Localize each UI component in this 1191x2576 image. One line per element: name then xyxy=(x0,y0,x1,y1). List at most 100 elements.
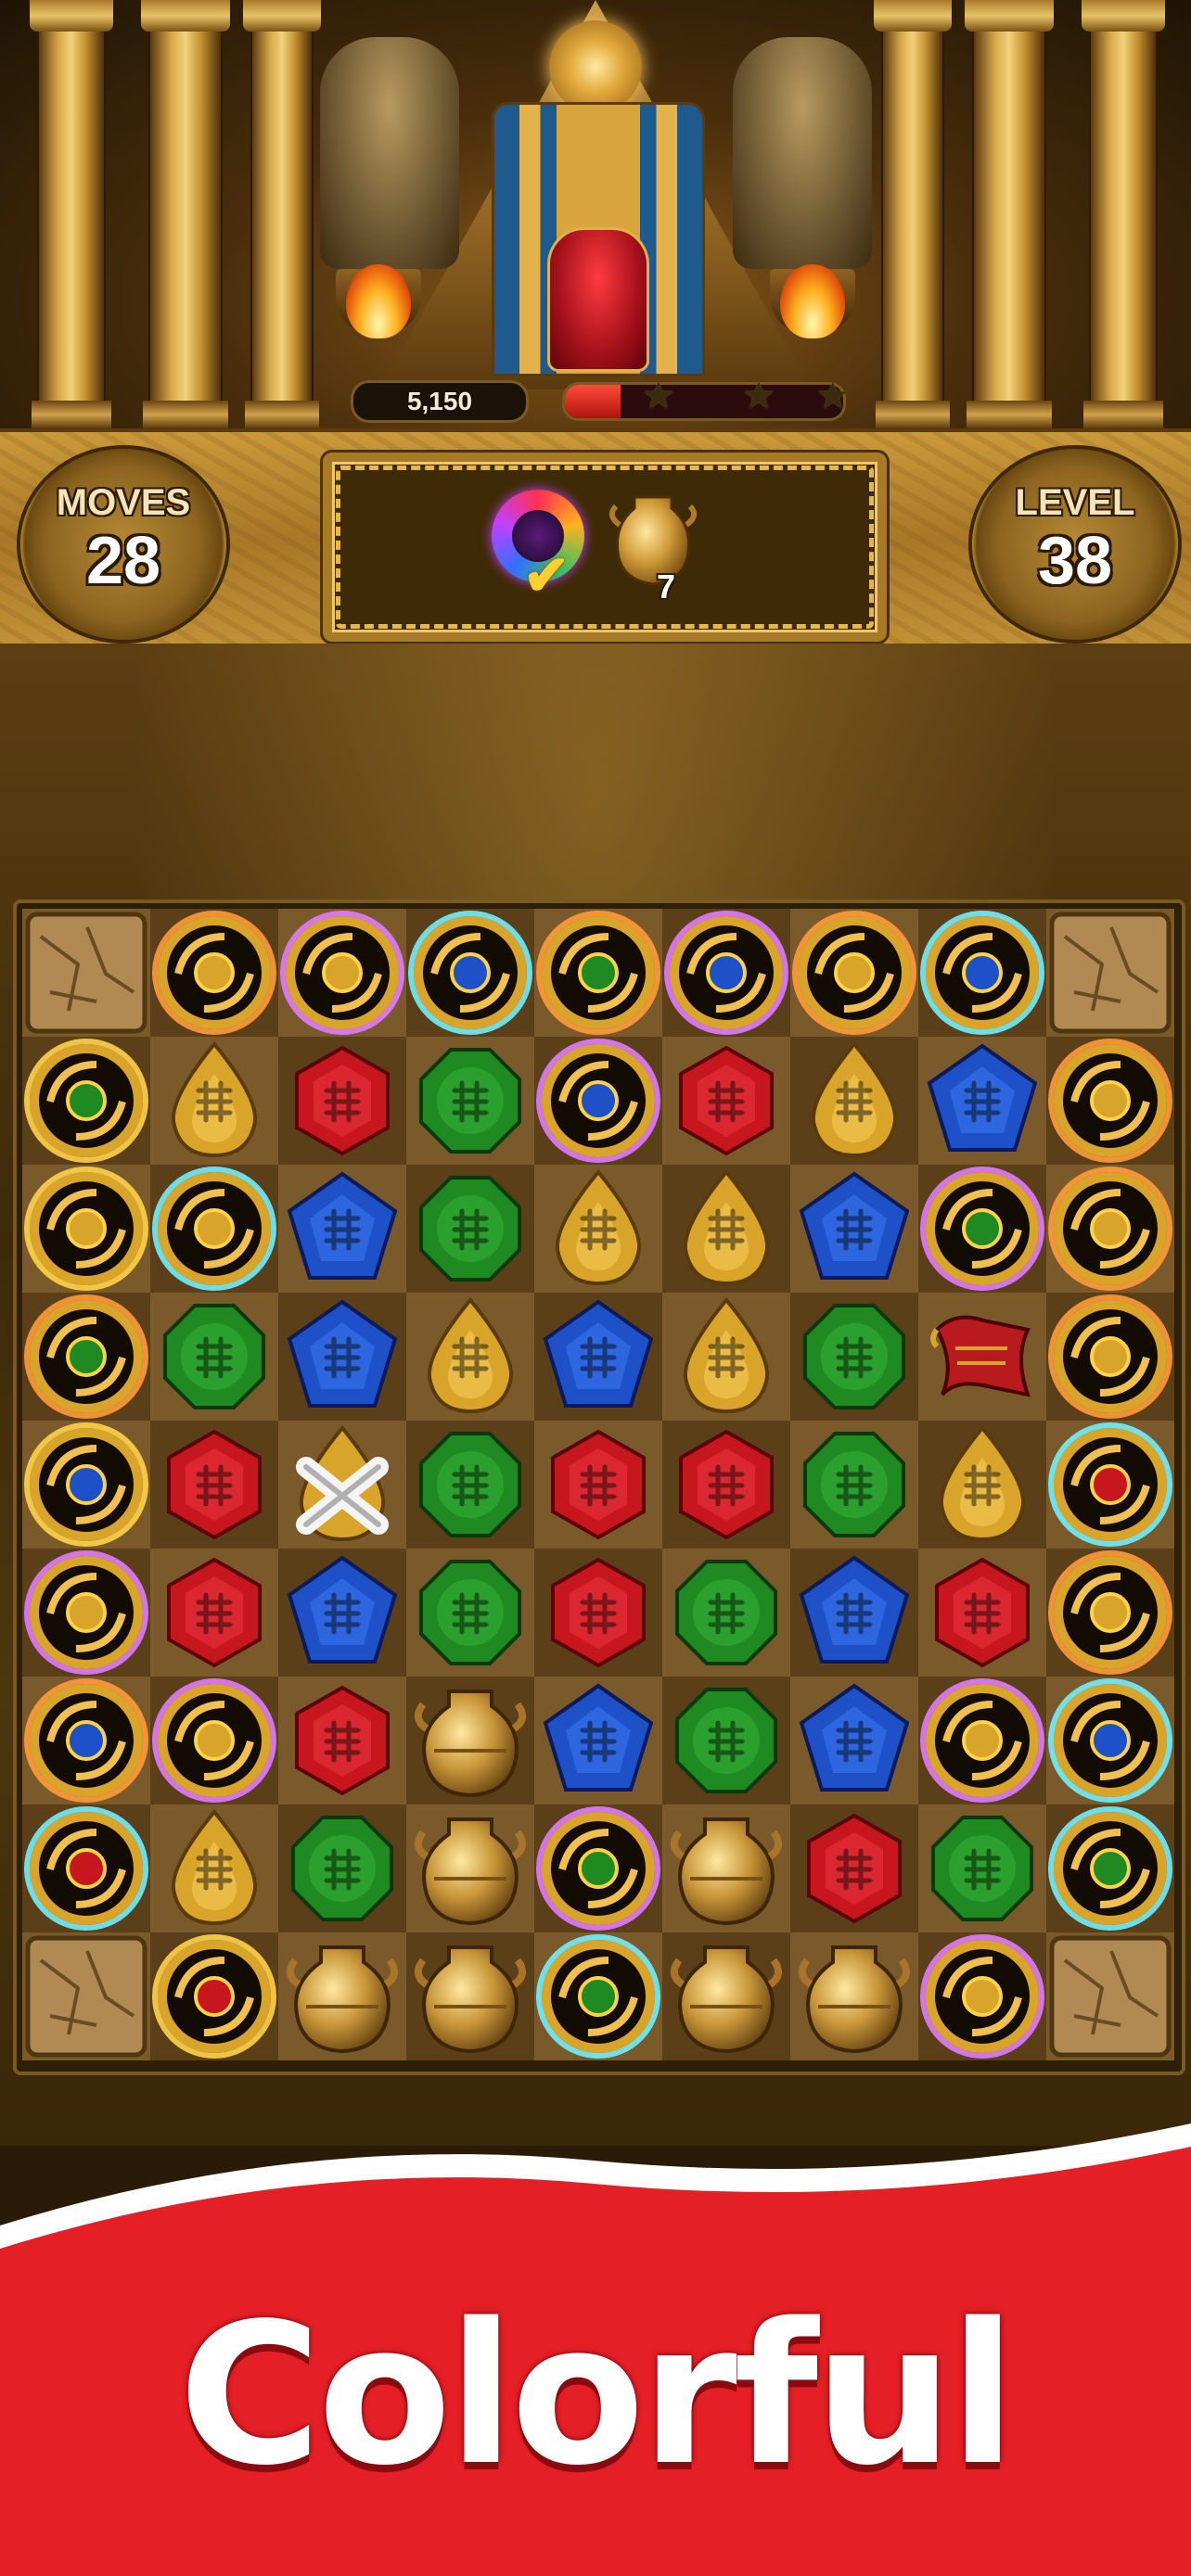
progress-star-icon: ★ xyxy=(742,375,775,417)
orb-tile[interactable] xyxy=(790,909,918,1037)
orb-tile[interactable] xyxy=(22,1293,150,1421)
level-indicator: LEVEL 38 xyxy=(968,445,1182,644)
red-hex-tile[interactable] xyxy=(534,1549,662,1677)
orb-tile[interactable] xyxy=(22,1677,150,1804)
green-oct-tile[interactable] xyxy=(662,1549,790,1677)
blue-pent-tile[interactable] xyxy=(278,1549,406,1677)
orb-tile[interactable] xyxy=(918,909,1046,1037)
blue-pent-tile[interactable] xyxy=(918,1037,1046,1165)
yellow-drop-tile[interactable] xyxy=(534,1165,662,1293)
level-label: LEVEL xyxy=(972,482,1178,524)
orb-tile[interactable] xyxy=(918,1165,1046,1293)
red-hex-tile[interactable] xyxy=(150,1549,278,1677)
orb-tile[interactable] xyxy=(22,1165,150,1293)
blue-pent-tile[interactable] xyxy=(790,1549,918,1677)
stone-tile xyxy=(1046,909,1174,1037)
orb-tile[interactable] xyxy=(534,1804,662,1932)
blue-pent-tile[interactable] xyxy=(790,1677,918,1804)
pillar xyxy=(972,0,1046,428)
throne-cushion xyxy=(547,227,649,372)
green-oct-tile[interactable] xyxy=(150,1293,278,1421)
orb-tile[interactable] xyxy=(534,1037,662,1165)
stone-tile xyxy=(22,1932,150,2060)
blue-pent-tile[interactable] xyxy=(534,1677,662,1804)
blue-pent-tile[interactable] xyxy=(534,1293,662,1421)
vase-tile[interactable] xyxy=(406,1804,534,1932)
orb-tile[interactable] xyxy=(918,1677,1046,1804)
vase-tile[interactable] xyxy=(406,1677,534,1804)
game-board xyxy=(13,899,1185,2075)
orb-tile[interactable] xyxy=(534,909,662,1037)
orb-tile[interactable] xyxy=(150,1932,278,2060)
yellow-drop-tile[interactable] xyxy=(150,1804,278,1932)
orb-tile[interactable] xyxy=(1046,1037,1174,1165)
green-oct-tile[interactable] xyxy=(406,1549,534,1677)
red-hex-tile[interactable] xyxy=(150,1421,278,1549)
red-hex-tile[interactable] xyxy=(278,1037,406,1165)
blue-pent-tile[interactable] xyxy=(278,1165,406,1293)
vase-goal-count: 7 xyxy=(657,567,675,606)
checkmark-icon: ✔ xyxy=(523,543,570,608)
vase-tile[interactable] xyxy=(790,1932,918,2060)
yellow-drop-tile[interactable] xyxy=(790,1037,918,1165)
temple-scene: 5,150 ★ ★ ★ xyxy=(0,0,1191,428)
green-oct-tile[interactable] xyxy=(406,1165,534,1293)
orb-tile[interactable] xyxy=(278,909,406,1037)
orb-tile[interactable] xyxy=(1046,1549,1174,1677)
banner-title: Colorful xyxy=(0,2281,1191,2508)
orb-tile[interactable] xyxy=(22,1549,150,1677)
orb-tile[interactable] xyxy=(918,1932,1046,2060)
flame-icon xyxy=(780,264,845,338)
orb-tile[interactable] xyxy=(150,1677,278,1804)
red-hex-tile[interactable] xyxy=(662,1037,790,1165)
green-oct-tile[interactable] xyxy=(790,1293,918,1421)
pharaoh-statue xyxy=(733,37,872,269)
green-oct-tile[interactable] xyxy=(278,1804,406,1932)
golden-vase-icon xyxy=(607,488,699,590)
red-hex-tile[interactable] xyxy=(534,1421,662,1549)
scroll-tile[interactable] xyxy=(918,1293,1046,1421)
moves-value: 28 xyxy=(20,523,226,599)
orb-tile[interactable] xyxy=(22,1421,150,1549)
green-oct-tile[interactable] xyxy=(406,1421,534,1549)
orb-tile[interactable] xyxy=(22,1037,150,1165)
yellow-drop-tile[interactable] xyxy=(918,1421,1046,1549)
vase-tile[interactable] xyxy=(662,1804,790,1932)
orb-tile[interactable] xyxy=(22,1804,150,1932)
red-hex-tile[interactable] xyxy=(662,1421,790,1549)
yellow-drop-tile[interactable] xyxy=(662,1165,790,1293)
orb-tile[interactable] xyxy=(150,909,278,1037)
vase-tile[interactable] xyxy=(278,1932,406,2060)
orb-tile[interactable] xyxy=(1046,1293,1174,1421)
score-progress-bar xyxy=(562,382,846,421)
blue-pent-tile[interactable] xyxy=(278,1293,406,1421)
orb-tile[interactable] xyxy=(150,1165,278,1293)
blue-pent-tile[interactable] xyxy=(790,1165,918,1293)
green-oct-tile[interactable] xyxy=(918,1804,1046,1932)
green-oct-tile[interactable] xyxy=(662,1677,790,1804)
vase-tile[interactable] xyxy=(662,1932,790,2060)
yellow-drop-tile[interactable] xyxy=(662,1293,790,1421)
red-hex-tile[interactable] xyxy=(790,1804,918,1932)
progress-star-icon: ★ xyxy=(816,375,850,417)
orb-tile[interactable] xyxy=(406,909,534,1037)
white-drop-tile[interactable] xyxy=(278,1421,406,1549)
red-hex-tile[interactable] xyxy=(918,1549,1046,1677)
red-hex-tile[interactable] xyxy=(278,1677,406,1804)
orb-tile[interactable] xyxy=(1046,1804,1174,1932)
score-progress-fill xyxy=(565,385,621,418)
yellow-drop-tile[interactable] xyxy=(150,1037,278,1165)
hud-panel: MOVES 28 ✔ 7 LEVEL 38 xyxy=(0,428,1191,651)
orb-tile[interactable] xyxy=(1046,1677,1174,1804)
green-oct-tile[interactable] xyxy=(406,1037,534,1165)
orb-tile[interactable] xyxy=(1046,1421,1174,1549)
orb-tile[interactable] xyxy=(662,909,790,1037)
orb-tile[interactable] xyxy=(534,1932,662,2060)
orb-tile[interactable] xyxy=(1046,1165,1174,1293)
progress-star-icon: ★ xyxy=(642,375,675,417)
pharaoh-statue xyxy=(320,37,459,269)
yellow-drop-tile[interactable] xyxy=(406,1293,534,1421)
vase-tile[interactable] xyxy=(406,1932,534,2060)
green-oct-tile[interactable] xyxy=(790,1421,918,1549)
stone-tile xyxy=(22,909,150,1037)
